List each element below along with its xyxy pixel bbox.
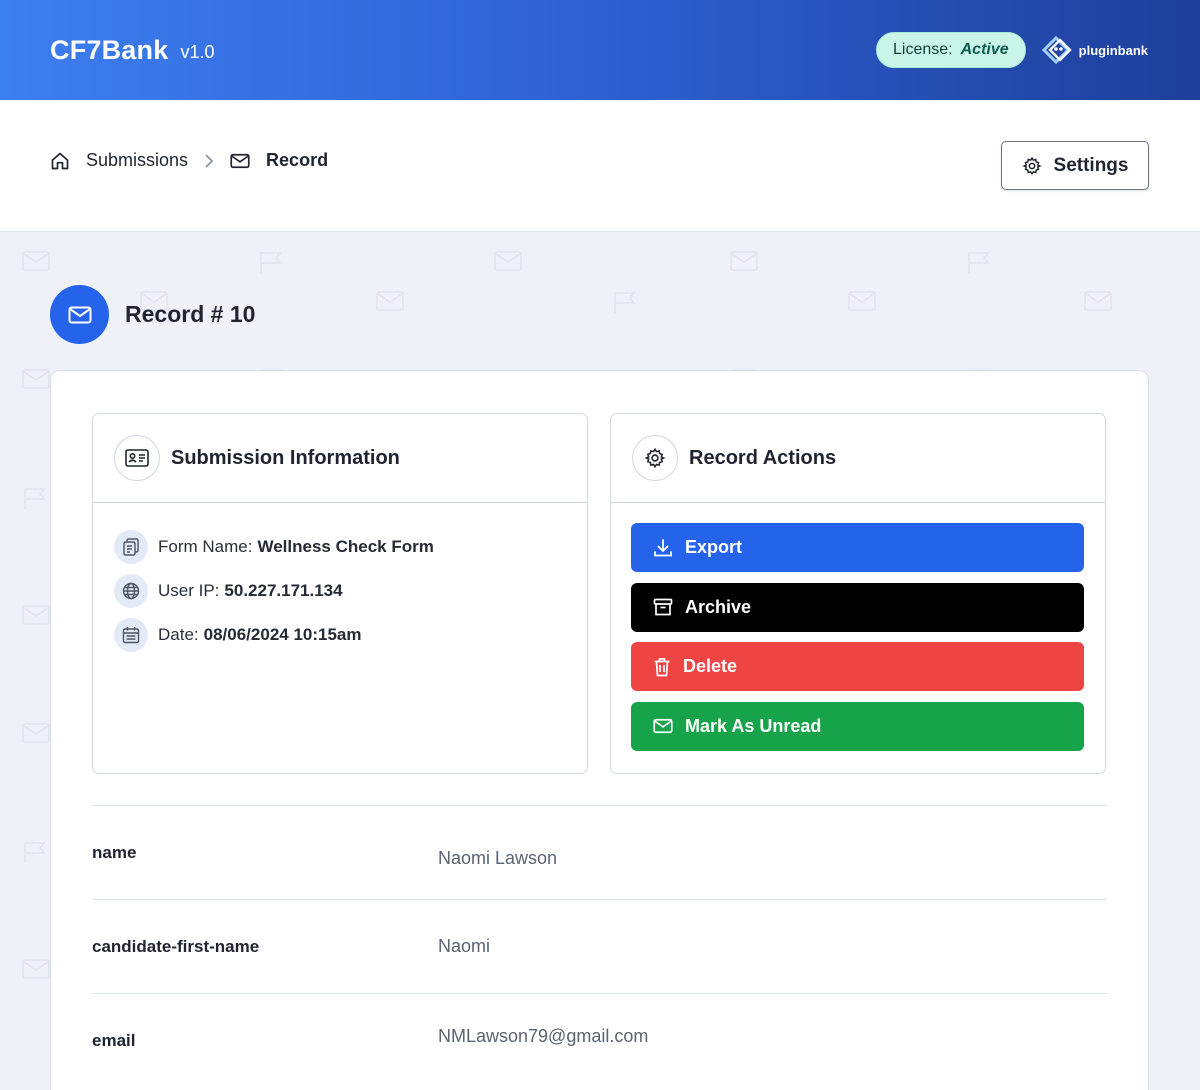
download-icon bbox=[654, 538, 672, 556]
actions-list: Export Archive Delete Mark As Unread bbox=[611, 503, 1105, 751]
field-value: Naomi Lawson bbox=[438, 848, 558, 868]
breadcrumb-label: Record bbox=[266, 150, 329, 170]
app-header: CF7Bank v1.0 License: Active pluginbank bbox=[0, 0, 1200, 100]
archive-button[interactable]: Archive bbox=[631, 582, 1084, 632]
field-key: name bbox=[92, 843, 137, 862]
page-title: Record # 10 bbox=[125, 301, 256, 327]
breadcrumb-label: Submissions bbox=[86, 150, 189, 170]
license-label: License: bbox=[893, 41, 953, 58]
submission-fields: name Naomi Lawson candidate-first-name N… bbox=[92, 805, 1107, 1087]
settings-label: Settings bbox=[1053, 154, 1129, 176]
flag-icon bbox=[968, 252, 990, 273]
envelope-icon bbox=[230, 153, 250, 168]
info-value: Wellness Check Form bbox=[257, 537, 434, 556]
flag-icon bbox=[614, 292, 636, 313]
record-card: Submission Information Form Name: Wellne… bbox=[50, 370, 1149, 1090]
pluginbank-logo-text: pluginbank bbox=[1078, 42, 1148, 58]
envelope-icon bbox=[22, 605, 50, 625]
info-label: Form Name: bbox=[158, 537, 253, 556]
license-badge: License: Active bbox=[876, 32, 1026, 68]
record-actions-panel: Record Actions Export Archive Delete Mar… bbox=[610, 413, 1106, 774]
export-button[interactable]: Export bbox=[631, 523, 1084, 572]
home-icon bbox=[51, 152, 69, 169]
app-brand[interactable]: CF7Bank bbox=[50, 35, 168, 66]
license-status: Active bbox=[960, 41, 1009, 58]
record-envelope-badge bbox=[50, 285, 109, 344]
submission-info-panel: Submission Information Form Name: Wellne… bbox=[92, 413, 588, 774]
envelope-icon bbox=[22, 369, 50, 389]
flag-icon bbox=[260, 252, 282, 273]
delete-button[interactable]: Delete bbox=[631, 642, 1084, 691]
export-label: Export bbox=[685, 537, 743, 557]
archive-label: Archive bbox=[685, 596, 752, 617]
envelope-icon bbox=[68, 306, 91, 323]
mark-as-unread-button[interactable]: Mark As Unread bbox=[631, 701, 1084, 751]
info-value: 50.227.171.134 bbox=[224, 581, 343, 600]
envelope-icon bbox=[494, 251, 522, 271]
calendar-icon bbox=[114, 618, 148, 652]
clipboard-icon bbox=[114, 530, 148, 564]
globe-icon bbox=[114, 574, 148, 608]
settings-button[interactable]: Settings bbox=[1001, 141, 1149, 190]
panel-title: Record Actions bbox=[689, 446, 837, 469]
envelope-icon bbox=[653, 718, 673, 734]
field-key: email bbox=[92, 1031, 136, 1050]
id-card-icon bbox=[114, 435, 160, 481]
field-row: email NMLawson79@gmail.com bbox=[92, 993, 1107, 1087]
pluginbank-logo[interactable]: pluginbank bbox=[1040, 35, 1148, 65]
panel-title: Submission Information bbox=[171, 446, 400, 469]
gear-icon bbox=[632, 435, 678, 481]
field-key: candidate-first-name bbox=[92, 937, 260, 956]
info-row-form-name: Form Name: Wellness Check Form bbox=[114, 525, 587, 569]
mark-as-unread-label: Mark As Unread bbox=[685, 715, 822, 736]
app-version: v1.0 bbox=[180, 41, 215, 62]
info-row-date: Date: 08/06/2024 10:15am bbox=[114, 613, 587, 657]
info-row-user-ip: User IP: 50.227.171.134 bbox=[114, 569, 587, 613]
delete-label: Delete bbox=[683, 656, 738, 676]
chevron-right-icon bbox=[204, 153, 214, 168]
field-value: NMLawson79@gmail.com bbox=[438, 1026, 649, 1046]
info-value: 08/06/2024 10:15am bbox=[203, 625, 362, 644]
panel-header: Submission Information bbox=[93, 414, 587, 503]
flag-icon bbox=[24, 488, 46, 509]
field-row: name Naomi Lawson bbox=[92, 805, 1107, 899]
flag-icon bbox=[24, 842, 46, 863]
envelope-icon bbox=[22, 251, 50, 271]
envelope-icon bbox=[22, 959, 50, 979]
breadcrumb: Submissions Record bbox=[50, 150, 328, 171]
record-header: Record # 10 bbox=[50, 285, 255, 344]
envelope-icon bbox=[1084, 291, 1112, 311]
info-label: User IP: bbox=[158, 581, 220, 600]
envelope-icon bbox=[848, 291, 876, 311]
envelope-icon bbox=[376, 291, 404, 311]
archive-icon bbox=[653, 598, 673, 616]
pluginbank-logo-icon bbox=[1041, 35, 1072, 65]
envelope-icon bbox=[730, 251, 758, 271]
info-list: Form Name: Wellness Check Form User IP: … bbox=[93, 503, 587, 657]
breadcrumb-item-record: Record bbox=[230, 150, 328, 171]
envelope-icon bbox=[22, 723, 50, 743]
breadcrumb-item-submissions[interactable]: Submissions bbox=[50, 150, 188, 171]
trash-icon bbox=[654, 657, 670, 676]
info-label: Date: bbox=[158, 625, 199, 644]
breadcrumb-bar: Submissions Record Settings bbox=[0, 100, 1200, 232]
gear-icon bbox=[1021, 156, 1042, 175]
field-row: candidate-first-name Naomi bbox=[92, 899, 1107, 993]
panel-header: Record Actions bbox=[611, 414, 1105, 503]
field-value: Naomi bbox=[438, 936, 491, 956]
